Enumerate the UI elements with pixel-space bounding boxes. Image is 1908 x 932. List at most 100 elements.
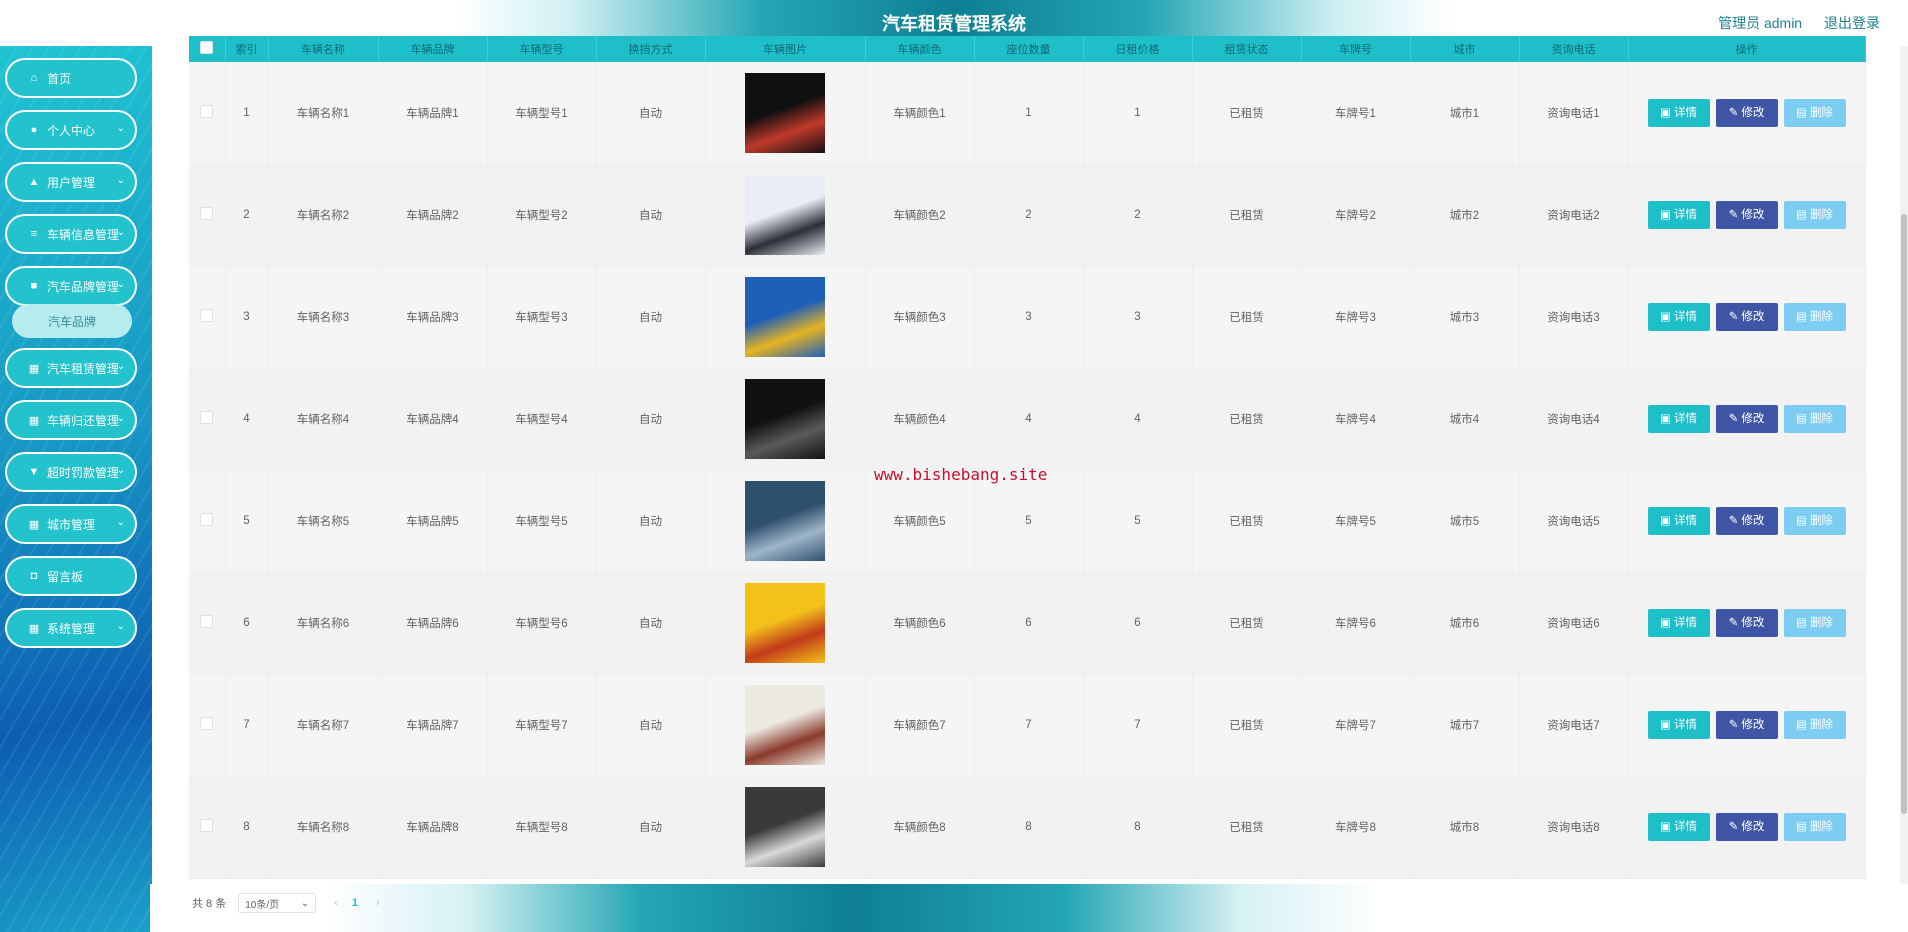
detail-button[interactable]: ▣ 详情	[1647, 201, 1710, 229]
user-label[interactable]: 管理员 admin	[1718, 15, 1802, 31]
cell-shift: 自动	[596, 674, 706, 777]
row-checkbox[interactable]	[200, 104, 214, 118]
row-checkbox-cell[interactable]	[189, 368, 226, 471]
row-checkbox[interactable]	[200, 207, 214, 220]
detail-button[interactable]: ▣ 详情	[1647, 405, 1710, 433]
page-size-select[interactable]: 10条/页 ⌄	[238, 893, 317, 913]
sidebar-item-label: 车辆信息管理	[47, 227, 120, 242]
delete-icon: ▤	[1795, 719, 1811, 731]
next-page-icon[interactable]: ›	[376, 897, 380, 909]
row-checkbox[interactable]	[200, 513, 214, 526]
table-row: 6 车辆名称6 车辆品牌6 车辆型号6 自动 车辆颜色6 6 6 已租赁 车牌号6 城市6 资询电话6…	[189, 572, 1866, 675]
scrollbar-thumb[interactable]	[1901, 214, 1907, 814]
row-actions: ▣ 详情 ✎ 修改 ▤ 删除	[1628, 674, 1866, 777]
prev-page-icon[interactable]: ‹	[334, 897, 338, 909]
cell-plate: 车牌号2	[1301, 164, 1411, 267]
edit-button[interactable]: ✎ 修改	[1715, 507, 1778, 535]
cell-name: 车辆名称4	[268, 368, 379, 471]
sidebar-item-7[interactable]: ▼ 超时罚款管理 ⌄	[5, 452, 137, 492]
table-row: 7 车辆名称7 车辆品牌7 车辆型号7 自动 车辆颜色7 7 7 已租赁 车牌号7 城市7 资询电话7…	[189, 674, 1866, 777]
delete-button[interactable]: ▤ 删除	[1783, 609, 1846, 637]
select-all-checkbox[interactable]	[200, 41, 214, 54]
sidebar-item-0[interactable]: ⌂ 首页	[5, 58, 137, 98]
row-checkbox[interactable]	[200, 411, 214, 424]
cell-index: 3	[225, 266, 269, 369]
car-image	[745, 583, 825, 663]
detail-button[interactable]: ▣ 详情	[1647, 507, 1710, 535]
cell-shift: 自动	[596, 164, 706, 267]
delete-button[interactable]: ▤ 删除	[1783, 98, 1846, 127]
edit-button[interactable]: ✎ 修改	[1715, 609, 1778, 637]
delete-label: 删除	[1810, 821, 1834, 833]
submenu-item-car-brand[interactable]: 汽车品牌	[12, 304, 132, 338]
cell-status: 已租赁	[1192, 368, 1302, 471]
delete-button[interactable]: ▤ 删除	[1783, 711, 1846, 739]
edit-button[interactable]: ✎ 修改	[1715, 303, 1778, 331]
detail-button[interactable]: ▣ 详情	[1647, 98, 1710, 127]
sidebar-item-5[interactable]: ▦ 汽车租赁管理 ⌄	[5, 348, 137, 388]
logout-button[interactable]: 退出登录	[1824, 15, 1880, 31]
cell-index: 1	[225, 62, 269, 165]
column-header: 座位数量	[974, 36, 1084, 62]
edit-button[interactable]: ✎ 修改	[1715, 98, 1778, 127]
row-checkbox[interactable]	[200, 819, 214, 832]
page-number-current[interactable]: 1	[352, 897, 358, 909]
sidebar-item-2[interactable]: ▲ 用户管理 ⌄	[5, 162, 137, 202]
grid-icon: ▦	[28, 414, 40, 427]
table-row: 3 车辆名称3 车辆品牌3 车辆型号3 自动 车辆颜色3 3 3 已租赁 车牌号3 城市3 资询电话3…	[189, 266, 1866, 369]
cell-name: 车辆名称3	[268, 266, 379, 369]
delete-icon: ▤	[1795, 106, 1811, 119]
cell-shift: 自动	[596, 368, 706, 471]
row-checkbox-cell[interactable]	[189, 776, 226, 879]
row-checkbox[interactable]	[200, 615, 214, 628]
sidebar-item-1[interactable]: ● 个人中心 ⌄	[5, 110, 137, 150]
detail-button[interactable]: ▣ 详情	[1647, 711, 1710, 739]
cell-color: 车辆颜色6	[865, 572, 975, 675]
cell-status: 已租赁	[1192, 674, 1302, 777]
sidebar-item-4[interactable]: ■ 汽车品牌管理 ⌄	[5, 266, 137, 306]
sidebar-item-3[interactable]: ≡ 车辆信息管理 ⌄	[5, 214, 137, 254]
row-checkbox-cell[interactable]	[189, 62, 226, 165]
edit-button[interactable]: ✎ 修改	[1715, 201, 1778, 229]
detail-icon: ▣	[1659, 617, 1675, 629]
delete-button[interactable]: ▤ 删除	[1783, 201, 1846, 229]
cell-brand: 车辆品牌6	[378, 572, 488, 675]
delete-button[interactable]: ▤ 删除	[1783, 507, 1846, 535]
delete-button[interactable]: ▤ 删除	[1783, 303, 1846, 331]
row-checkbox-cell[interactable]	[189, 266, 226, 369]
detail-button[interactable]: ▣ 详情	[1647, 609, 1710, 637]
sidebar-item-6[interactable]: ▦ 车辆归还管理 ⌄	[5, 400, 137, 440]
edit-button[interactable]: ✎ 修改	[1715, 711, 1778, 739]
row-checkbox[interactable]	[200, 309, 214, 322]
delete-icon: ▤	[1795, 413, 1811, 425]
cell-name: 车辆名称7	[268, 674, 379, 777]
detail-button[interactable]: ▣ 详情	[1647, 813, 1710, 841]
car-image-cell	[705, 674, 866, 777]
column-header: 车辆品牌	[378, 36, 488, 62]
vertical-scrollbar[interactable]	[1900, 46, 1908, 932]
grid-icon: ▦	[28, 518, 40, 531]
edit-button[interactable]: ✎ 修改	[1715, 405, 1778, 433]
delete-button[interactable]: ▤ 删除	[1783, 405, 1846, 433]
row-checkbox-cell[interactable]	[189, 470, 226, 573]
cell-name: 车辆名称6	[268, 572, 379, 675]
edit-label: 修改	[1741, 719, 1765, 731]
select-all-checkbox-cell[interactable]	[189, 36, 226, 62]
row-checkbox-cell[interactable]	[189, 164, 226, 267]
sidebar-item-8[interactable]: ▦ 城市管理 ⌄	[5, 504, 137, 544]
detail-button[interactable]: ▣ 详情	[1647, 303, 1710, 331]
row-checkbox[interactable]	[200, 717, 214, 730]
sidebar-item-9[interactable]: ◘ 留言板	[5, 556, 137, 596]
detail-icon: ▣	[1659, 413, 1675, 425]
chevron-down-icon: ⌄	[116, 621, 125, 632]
sidebar-item-10[interactable]: ▦ 系统管理 ⌄	[5, 608, 137, 648]
delete-label: 删除	[1810, 311, 1834, 323]
row-checkbox-cell[interactable]	[189, 572, 226, 675]
edit-button[interactable]: ✎ 修改	[1715, 813, 1778, 841]
row-checkbox-cell[interactable]	[189, 674, 226, 777]
table-row: 4 车辆名称4 车辆品牌4 车辆型号4 自动 车辆颜色4 4 4 已租赁 车牌号4 城市4 资询电话4…	[189, 368, 1866, 471]
cell-phone: 资询电话1	[1519, 62, 1629, 165]
delete-button[interactable]: ▤ 删除	[1783, 813, 1846, 841]
cell-brand: 车辆品牌1	[378, 62, 488, 165]
cell-color: 车辆颜色3	[865, 266, 975, 369]
